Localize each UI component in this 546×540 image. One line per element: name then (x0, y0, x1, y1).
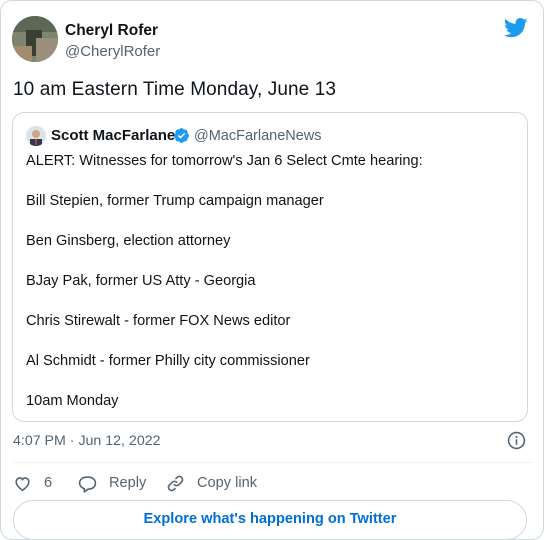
quoted-author-avatar[interactable] (26, 126, 46, 146)
heart-icon (15, 476, 30, 491)
quoted-text-line: Ben Ginsberg, election attorney (26, 233, 231, 249)
quoted-text-line: ALERT: Witnesses for tomorrow's Jan 6 Se… (26, 153, 423, 169)
author-handle[interactable]: @CherylRofer (65, 43, 160, 60)
quoted-text-line: BJay Pak, former US Atty - Georgia (26, 273, 256, 289)
embedded-tweet-card: Cheryl Rofer @CherylRofer 10 am Eastern … (0, 0, 544, 540)
tweet-text: 10 am Eastern Time Monday, June 13 (13, 79, 337, 100)
tweet-timestamp[interactable]: 4:07 PM · Jun 12, 2022 (13, 433, 161, 449)
quoted-text-line: Bill Stepien, former Trump campaign mana… (26, 193, 324, 209)
explore-twitter-button[interactable]: Explore what's happening on Twitter (13, 500, 527, 540)
quoted-author-name[interactable]: Scott MacFarlane (51, 127, 175, 144)
reply-button[interactable]: Reply (78, 473, 146, 493)
like-button[interactable]: 6 (13, 473, 52, 493)
info-icon[interactable] (507, 431, 526, 450)
quoted-text-line: Al Schmidt - former Philly city commissi… (26, 353, 310, 369)
copy-link-label: Copy link (197, 475, 258, 491)
verified-badge-icon (174, 128, 189, 143)
divider (13, 462, 533, 463)
reply-icon (78, 475, 97, 493)
twitter-bird-icon[interactable] (504, 18, 528, 38)
quoted-tweet[interactable]: Scott MacFarlane @MacFarlaneNews ALERT: … (12, 112, 528, 422)
copy-link-icon (167, 475, 184, 491)
quoted-text-line: 10am Monday (26, 393, 119, 409)
author-avatar[interactable] (12, 16, 58, 62)
reply-label: Reply (109, 475, 147, 491)
author-name[interactable]: Cheryl Rofer (65, 22, 158, 40)
like-count: 6 (44, 475, 53, 491)
copy-link-button[interactable]: Copy link (166, 473, 257, 493)
quoted-text-line: Chris Stirewalt - former FOX News editor (26, 313, 291, 329)
quoted-author-handle[interactable]: @MacFarlaneNews (194, 128, 322, 144)
